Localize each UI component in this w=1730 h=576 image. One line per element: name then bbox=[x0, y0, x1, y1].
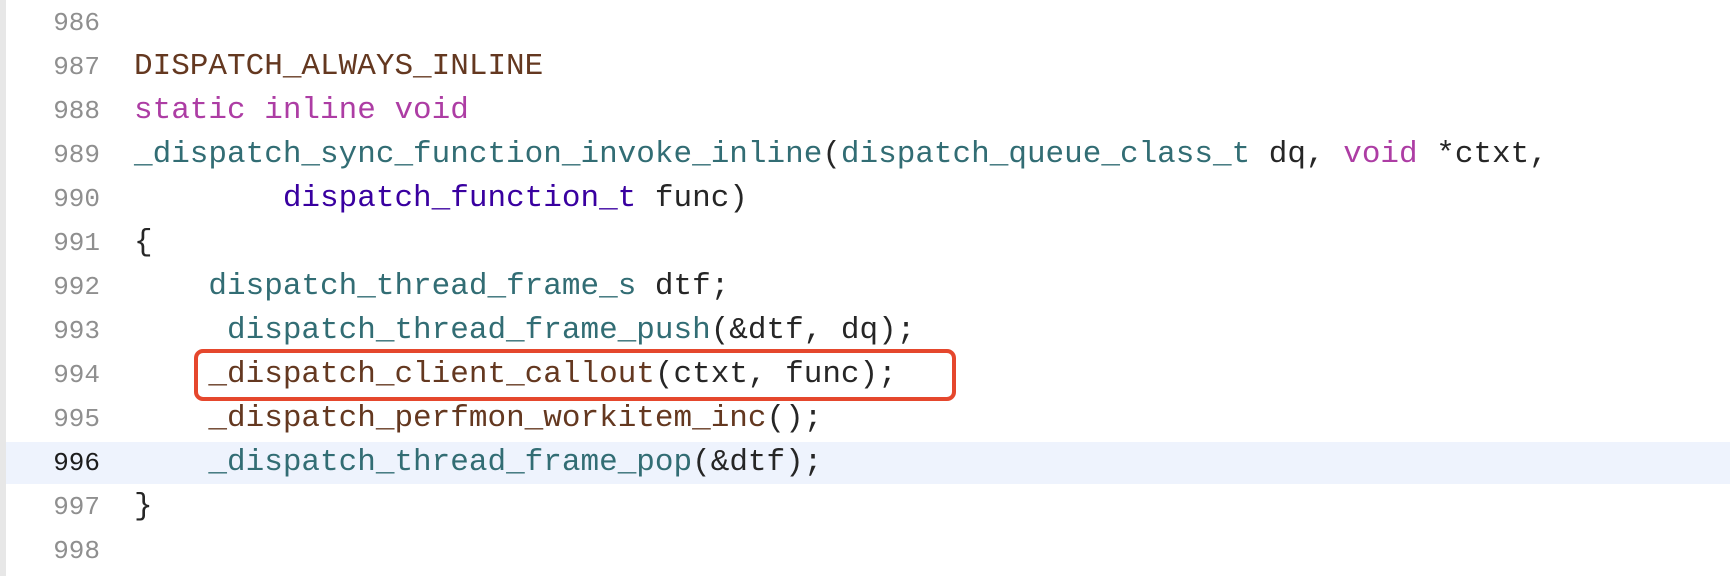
code-text: { bbox=[134, 221, 153, 265]
code-token: *ctxt, bbox=[1417, 137, 1548, 172]
code-token: } bbox=[134, 489, 153, 524]
line-number: 988 bbox=[53, 96, 100, 126]
code-text: _dispatch_thread_frame_pop(&dtf); bbox=[134, 441, 822, 485]
code-text: } bbox=[134, 485, 153, 529]
code-token: dispatch_queue_class_t bbox=[840, 137, 1251, 172]
code-line[interactable]: 993 dispatch_thread_frame_push(&dtf, dq)… bbox=[0, 309, 1730, 353]
code-editor[interactable]: 986 987 DISPATCH_ALWAYS_INLINE 988 static in… bbox=[0, 0, 1730, 576]
line-number: 992 bbox=[53, 272, 100, 302]
line-number: 997 bbox=[53, 492, 100, 522]
line-number: 996 bbox=[53, 448, 100, 478]
code-text: dispatch_thread_frame_s dtf; bbox=[134, 265, 729, 309]
code-line[interactable]: 987 DISPATCH_ALWAYS_INLINE bbox=[0, 45, 1730, 89]
code-token: (&dtf); bbox=[692, 445, 823, 480]
code-line[interactable]: 989 _dispatch_sync_function_invoke_inline… bbox=[0, 133, 1730, 177]
code-line[interactable]: 997} bbox=[0, 485, 1730, 529]
line-number: 993 bbox=[53, 316, 100, 346]
code-token: { bbox=[134, 225, 153, 260]
code-token: void bbox=[1343, 137, 1418, 172]
code-token: DISPATCH_ALWAYS_INLINE bbox=[134, 49, 544, 84]
code-token: dispatch_function_t bbox=[282, 181, 637, 216]
code-token: (&dtf, dq); bbox=[710, 313, 916, 348]
code-line[interactable]: 988 static inline void bbox=[0, 89, 1730, 133]
code-text: _dispatch_perfmon_workitem_inc(); bbox=[134, 397, 822, 441]
line-number: 989 bbox=[53, 140, 100, 170]
code-text: dispatch_thread_frame_push(&dtf, dq); bbox=[134, 309, 915, 353]
code-token: dispatch_thread_frame_s bbox=[208, 269, 637, 304]
code-token: dispatch_thread_frame_push bbox=[227, 313, 711, 348]
code-token: _dispatch_thread_frame_pop bbox=[208, 445, 693, 480]
code-token: _dispatch_sync_function_invoke_inline bbox=[134, 137, 823, 172]
code-line[interactable]: 998 bbox=[0, 529, 1730, 573]
code-text: DISPATCH_ALWAYS_INLINE bbox=[134, 45, 543, 89]
code-text: _dispatch_sync_function_invoke_inline(di… bbox=[134, 133, 1548, 177]
code-line[interactable]: 992 dispatch_thread_frame_s dtf; bbox=[0, 265, 1730, 309]
code-line[interactable]: 995 _dispatch_perfmon_workitem_inc(); bbox=[0, 397, 1730, 441]
line-number: 998 bbox=[53, 536, 100, 566]
code-text: dispatch_function_t func) bbox=[134, 177, 748, 221]
code-token: static inline void bbox=[134, 93, 469, 128]
code-line[interactable]: 986 bbox=[0, 1, 1730, 45]
code-token: (); bbox=[766, 401, 823, 436]
code-token: _dispatch_perfmon_workitem_inc bbox=[208, 401, 767, 436]
line-number: 995 bbox=[53, 404, 100, 434]
code-token: dq, bbox=[1250, 137, 1344, 172]
code-token: dtf; bbox=[636, 269, 730, 304]
code-line[interactable]: 996 _dispatch_thread_frame_pop(&dtf); bbox=[0, 441, 1730, 485]
line-number: 991 bbox=[53, 228, 100, 258]
code-line[interactable]: 991 { bbox=[0, 221, 1730, 265]
code-text: static inline void bbox=[134, 89, 469, 133]
line-number: 987 bbox=[53, 52, 100, 82]
code-token: func) bbox=[636, 181, 748, 216]
code-token: ( bbox=[822, 137, 841, 172]
line-number: 994 bbox=[53, 360, 100, 390]
line-number: 990 bbox=[53, 184, 100, 214]
code-line[interactable]: 990 dispatch_function_t func) bbox=[0, 177, 1730, 221]
callout-highlight-box bbox=[194, 349, 956, 401]
line-number: 986 bbox=[53, 8, 100, 38]
